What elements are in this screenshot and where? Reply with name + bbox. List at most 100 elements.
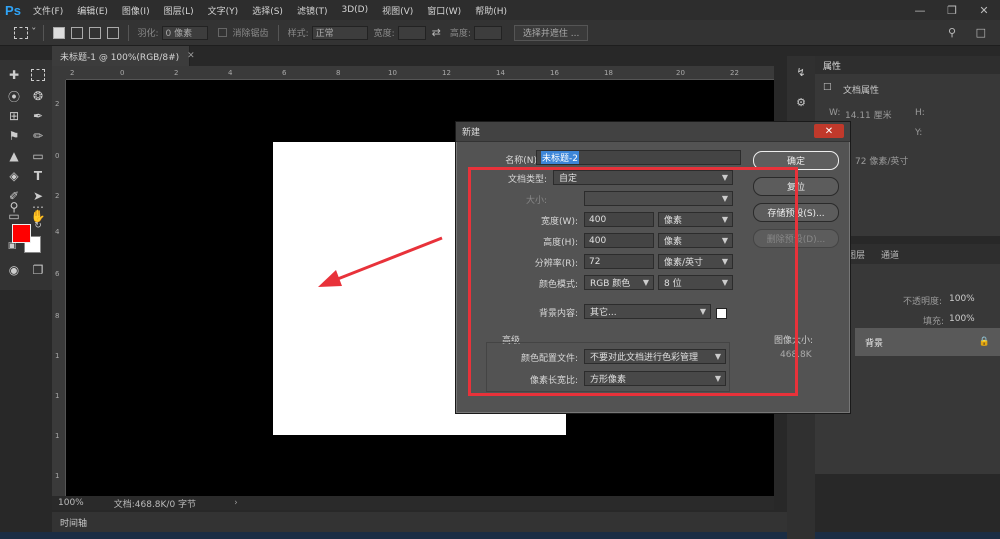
stamp-tool-icon[interactable]: ▲: [4, 147, 24, 165]
timeline-panel[interactable]: 时间轴: [52, 512, 787, 532]
move-tool-icon[interactable]: ✚: [4, 66, 24, 84]
red-arrow-annotation: [318, 236, 443, 287]
ruler-tick: 2: [70, 69, 75, 77]
document-title: 未标题-1 @ 100%(RGB/8#): [60, 52, 180, 63]
ruler-tick: 0: [120, 69, 125, 77]
document-icon: □: [823, 82, 832, 92]
options-bar: ˇ 羽化: 0 像素 消除锯齿 样式: 正常 宽度: ⇄ 高度: 选择并遮住 .…: [0, 20, 1000, 46]
type-tool-icon[interactable]: T: [28, 167, 48, 185]
width-input[interactable]: [397, 25, 426, 40]
layer-name: 背景: [865, 338, 884, 349]
lock-icon[interactable]: 🔒: [979, 337, 990, 347]
antialias-checkbox[interactable]: [217, 28, 227, 37]
new-selection-icon[interactable]: [52, 26, 65, 39]
more-tools-icon[interactable]: ⋯: [28, 198, 48, 216]
screen-mode-icon[interactable]: ❐: [28, 261, 48, 279]
window-controls: — ❐ ✕: [904, 0, 1000, 20]
swap-icon[interactable]: ⇄: [432, 26, 441, 39]
menu-3d[interactable]: 3D(D): [334, 5, 375, 15]
menu-image[interactable]: 图像(I): [115, 4, 157, 17]
chevron-down-icon[interactable]: ˇ: [31, 26, 37, 39]
subtract-selection-icon[interactable]: [88, 26, 101, 39]
os-taskbar: [0, 532, 1000, 539]
ruler-tick: 18: [604, 69, 613, 77]
quick-select-tool-icon[interactable]: ❂: [28, 87, 48, 105]
timeline-label: 时间轴: [60, 518, 88, 529]
ruler-tick: 0: [55, 152, 60, 160]
ruler-corner: [52, 66, 66, 80]
close-window-icon[interactable]: ✕: [968, 0, 1000, 20]
add-selection-icon[interactable]: [70, 26, 83, 39]
name-value: 未标题-2: [541, 151, 579, 164]
crop-tool-icon[interactable]: ⊞: [4, 107, 24, 125]
marquee-preset-icon[interactable]: [14, 26, 28, 39]
eyedropper-tool-icon[interactable]: ✒: [28, 107, 48, 125]
ruler-tick: 10: [388, 69, 397, 77]
dialog-title: 新建: [456, 122, 850, 142]
swap-colors-icon[interactable]: ↻: [32, 220, 44, 232]
zoom-tool-icon[interactable]: ⚲: [4, 198, 24, 216]
feather-input[interactable]: 0 像素: [161, 25, 208, 40]
document-tab[interactable]: 未标题-1 @ 100%(RGB/8#) ✕: [52, 46, 195, 66]
ruler-tick: 8: [55, 312, 60, 320]
brush-tool-icon[interactable]: ✏: [28, 127, 48, 145]
h-label: H:: [915, 108, 925, 118]
antialias-label: 消除锯齿: [232, 29, 269, 39]
lasso-tool-icon[interactable]: ⦿: [4, 87, 24, 105]
menu-filter[interactable]: 滤镜(T): [290, 4, 335, 17]
dialog-close-icon[interactable]: ✕: [814, 124, 844, 138]
restore-icon[interactable]: ❐: [936, 0, 968, 20]
zoom-level[interactable]: 100%: [58, 498, 84, 508]
style-select[interactable]: 正常: [311, 25, 368, 40]
menu-bar: Ps 文件(F) 编辑(E) 图像(I) 图层(L) 文字(Y) 选择(S) 滤…: [0, 0, 1000, 20]
close-tab-icon[interactable]: ✕: [187, 51, 195, 61]
chevron-right-icon[interactable]: ›: [234, 498, 238, 508]
name-label: 名称(N):: [505, 156, 540, 166]
name-input[interactable]: 未标题-2: [536, 150, 741, 165]
layer-row[interactable]: 背景 🔒: [855, 328, 1000, 356]
ruler-tick: 20: [676, 69, 685, 77]
minimize-icon[interactable]: —: [904, 0, 936, 20]
search-icon[interactable]: ⚲: [948, 26, 956, 39]
ruler-tick: 1: [55, 352, 60, 360]
height-input[interactable]: [473, 25, 502, 40]
ruler-tick: 1: [55, 432, 60, 440]
history-icon[interactable]: ↯: [793, 64, 809, 80]
width-label: 宽度:: [373, 29, 395, 39]
menu-file[interactable]: 文件(F): [26, 4, 70, 17]
menu-view[interactable]: 视图(V): [375, 4, 420, 17]
quick-mask-icon[interactable]: ◉: [4, 261, 24, 279]
workspace-icon[interactable]: □: [976, 26, 986, 39]
opacity-value[interactable]: 100%: [949, 294, 975, 304]
ruler-tick: 2: [174, 69, 179, 77]
opacity-label: 不透明度:: [903, 297, 943, 307]
resolution-readout: 72 像素/英寸: [855, 157, 909, 167]
ruler-tick: 4: [228, 69, 233, 77]
healing-brush-icon[interactable]: ⚑: [4, 127, 24, 145]
menu-type[interactable]: 文字(Y): [201, 4, 246, 17]
ruler-tick: 2: [55, 192, 60, 200]
select-and-mask-button[interactable]: 选择并遮住 ...: [513, 24, 589, 41]
adjust-icon[interactable]: ⚙: [793, 94, 809, 110]
foreground-color-swatch[interactable]: [12, 224, 31, 243]
menu-layer[interactable]: 图层(L): [157, 4, 201, 17]
doc-info[interactable]: 文档:468.8K/0 字节: [114, 497, 196, 510]
menu-edit[interactable]: 编辑(E): [70, 4, 115, 17]
properties-tab[interactable]: 属性: [815, 56, 1000, 74]
photoshop-logo: Ps: [5, 2, 21, 18]
tab-channels[interactable]: 通道: [873, 248, 907, 261]
eraser-tool-icon[interactable]: ▭: [28, 147, 48, 165]
menu-window[interactable]: 窗口(W): [420, 4, 468, 17]
paint-bucket-icon[interactable]: ◈: [4, 167, 24, 185]
marquee-tool-icon[interactable]: [31, 69, 45, 81]
ruler-tick: 8: [336, 69, 341, 77]
w-value: 14.11 厘米: [845, 111, 892, 121]
doc-props-label: 文档属性: [843, 86, 880, 96]
ruler-tick: 6: [55, 270, 60, 278]
fill-value[interactable]: 100%: [949, 314, 975, 324]
ruler-horizontal: 2 0 2 4 6 8 10 12 14 16 18 20 22: [66, 66, 774, 80]
intersect-selection-icon[interactable]: [106, 26, 119, 39]
menu-select[interactable]: 选择(S): [245, 4, 290, 17]
menu-help[interactable]: 帮助(H): [468, 4, 514, 17]
ruler-tick: 1: [55, 472, 60, 480]
